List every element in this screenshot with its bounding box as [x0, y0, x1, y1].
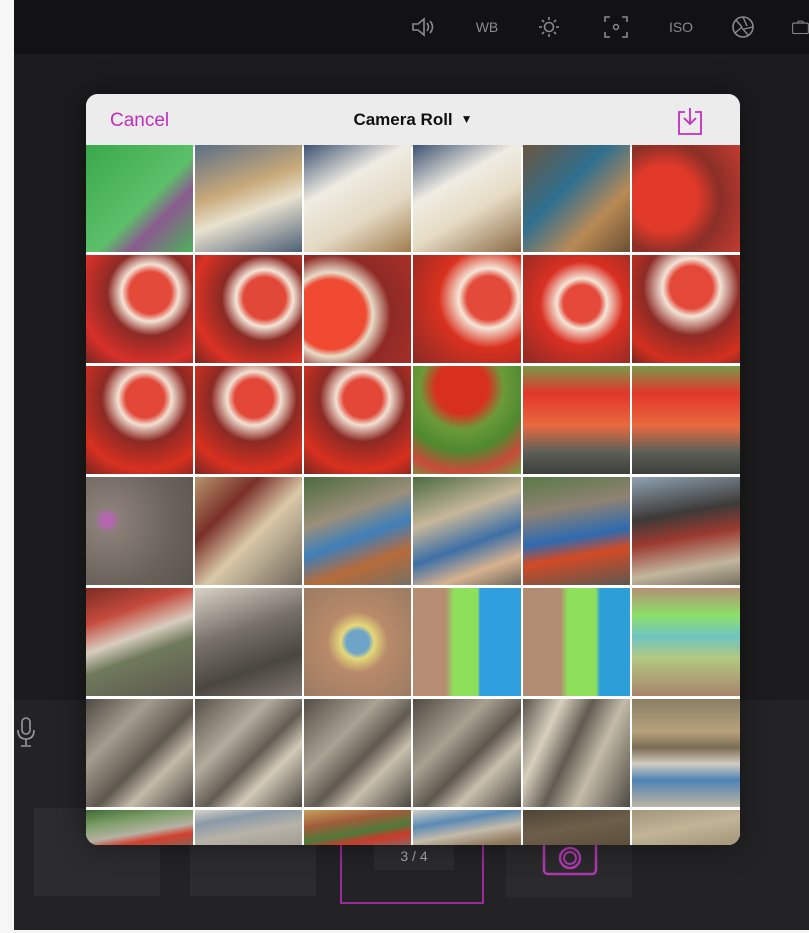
brightness-icon[interactable]: [536, 15, 562, 39]
photo-thumbnail[interactable]: [413, 145, 521, 252]
import-download-icon[interactable]: [675, 106, 705, 136]
photo-grid: [86, 145, 740, 845]
photo-thumbnail[interactable]: [195, 145, 302, 252]
photo-thumbnail[interactable]: [413, 699, 521, 807]
photo-thumbnail[interactable]: [195, 588, 302, 696]
photo-thumbnail[interactable]: [86, 699, 193, 807]
iso-label[interactable]: ISO: [666, 15, 696, 39]
camera-top-toolbar: WB ISO: [14, 0, 809, 54]
photo-picker-modal: Cancel Camera Roll ▼: [86, 94, 740, 845]
white-balance-label[interactable]: WB: [472, 15, 502, 39]
photo-thumbnail[interactable]: [523, 810, 630, 845]
photo-thumbnail[interactable]: [413, 810, 521, 845]
photo-thumbnail[interactable]: [523, 699, 630, 807]
photo-thumbnail[interactable]: [632, 810, 740, 845]
photo-thumbnail[interactable]: [86, 477, 193, 585]
photo-thumbnail[interactable]: [632, 366, 740, 474]
photo-thumbnail[interactable]: [413, 477, 521, 585]
photo-thumbnail[interactable]: [86, 588, 193, 696]
photo-thumbnail[interactable]: [195, 366, 302, 474]
dropdown-caret-icon[interactable]: ▼: [461, 112, 473, 126]
photo-thumbnail[interactable]: [304, 699, 411, 807]
photo-thumbnail[interactable]: [413, 255, 521, 363]
photo-thumbnail[interactable]: [413, 588, 521, 696]
microphone-icon[interactable]: [16, 716, 36, 750]
page-counter: 3 / 4: [374, 842, 454, 870]
photo-thumbnail[interactable]: [523, 366, 630, 474]
photo-thumbnail[interactable]: [632, 255, 740, 363]
album-selector[interactable]: Camera Roll ▼: [86, 110, 740, 130]
photo-thumbnail[interactable]: [304, 477, 411, 585]
photo-thumbnail[interactable]: [632, 477, 740, 585]
photo-thumbnail[interactable]: [632, 699, 740, 807]
photo-thumbnail[interactable]: [304, 588, 411, 696]
photo-thumbnail[interactable]: [86, 366, 193, 474]
photo-thumbnail[interactable]: [413, 366, 521, 474]
photo-thumbnail[interactable]: [304, 145, 411, 252]
photo-thumbnail[interactable]: [195, 699, 302, 807]
photo-thumbnail[interactable]: [86, 255, 193, 363]
photo-thumbnail[interactable]: [195, 477, 302, 585]
photo-thumbnail[interactable]: [304, 366, 411, 474]
photo-thumbnail[interactable]: [195, 810, 302, 845]
camera-switch-icon[interactable]: [792, 15, 809, 39]
album-title[interactable]: Camera Roll: [353, 110, 452, 129]
photo-thumbnail[interactable]: [86, 810, 193, 845]
photo-thumbnail[interactable]: [195, 255, 302, 363]
photo-thumbnail[interactable]: [86, 145, 193, 252]
photo-thumbnail[interactable]: [523, 255, 630, 363]
photo-thumbnail[interactable]: [632, 588, 740, 696]
photo-thumbnail[interactable]: [304, 810, 411, 845]
photo-thumbnail[interactable]: [523, 145, 630, 252]
aperture-icon[interactable]: [730, 15, 756, 39]
speaker-icon[interactable]: [407, 15, 441, 39]
photo-thumbnail[interactable]: [523, 588, 630, 696]
focus-frame-icon[interactable]: [602, 15, 630, 39]
picker-header: Cancel Camera Roll ▼: [86, 94, 740, 147]
photo-thumbnail[interactable]: [632, 145, 740, 252]
photo-thumbnail[interactable]: [523, 477, 630, 585]
photo-thumbnail[interactable]: [304, 255, 411, 363]
